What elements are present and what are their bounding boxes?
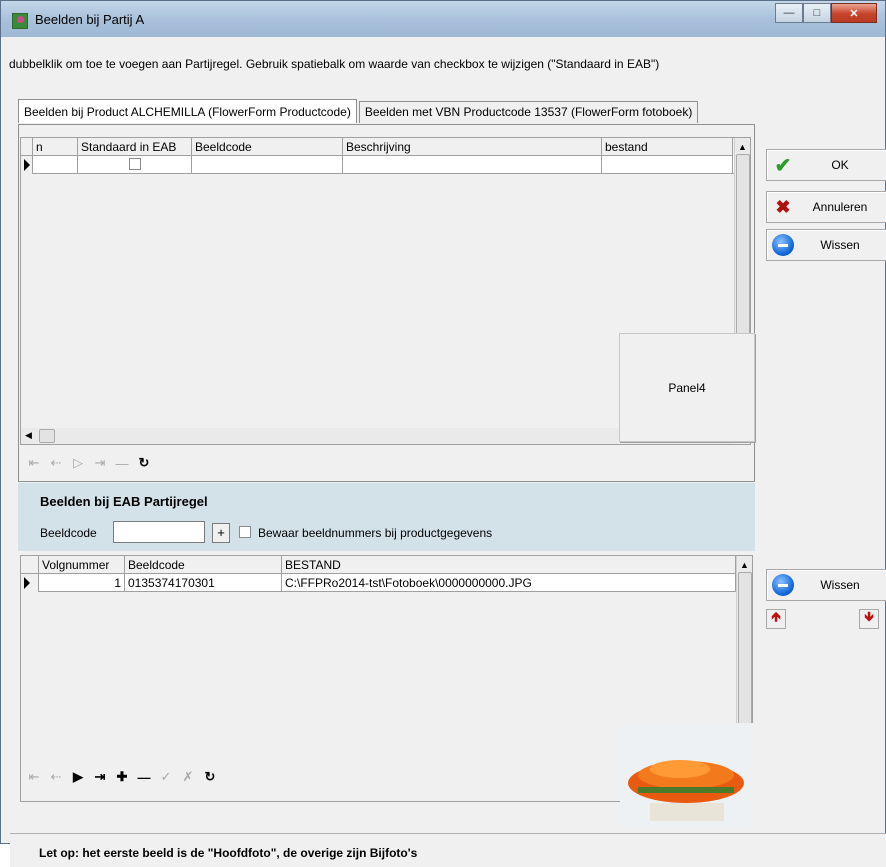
column-header-standaard[interactable]: Standaard in EAB <box>78 138 192 156</box>
standaard-checkbox[interactable] <box>128 158 141 170</box>
maximize-button[interactable]: □ <box>803 3 831 23</box>
column-header-beeldcode[interactable]: Beeldcode <box>192 138 343 156</box>
last-record-icon[interactable]: ⇥ <box>89 769 111 785</box>
minus-circle-icon <box>772 234 794 256</box>
beeldcode-label: Beeldcode <box>40 526 97 540</box>
scroll-left-icon[interactable]: ◀ <box>25 430 32 441</box>
scroll-up-icon[interactable]: ▲ <box>740 560 749 570</box>
table-row[interactable] <box>21 156 734 174</box>
title-bar[interactable]: Beelden bij Partij A — □ ✕ <box>1 1 885 37</box>
refresh-icon[interactable]: ↻ <box>133 455 155 471</box>
column-header-bestand[interactable]: BESTAND <box>282 556 736 574</box>
clear-button-bottom[interactable]: Wissen <box>766 569 886 601</box>
row-indicator-header <box>21 138 33 156</box>
insert-record-icon[interactable]: — <box>111 456 133 471</box>
cancel-edit-icon[interactable]: ✗ <box>177 769 199 785</box>
insert-record-icon[interactable]: ✚ <box>111 769 133 785</box>
footer-bar: Let op: het eerste beeld is de "Hoofdfot… <box>10 833 886 867</box>
column-header-beeldcode[interactable]: Beeldcode <box>125 556 282 574</box>
instruction-text: dubbelklik om toe te voegen aan Partijre… <box>9 57 660 71</box>
cancel-label: Annuleren <box>812 200 868 214</box>
panel4: Panel4 <box>619 333 755 442</box>
cell-standaard[interactable] <box>78 156 192 174</box>
prior-record-icon[interactable]: ⇠ <box>45 769 67 785</box>
cell-beeldcode[interactable]: 0135374170301 <box>125 574 282 592</box>
cancel-button[interactable]: ✖ Annuleren <box>766 191 886 223</box>
eab-panel: Beelden bij EAB Partijregel Beeldcode + … <box>18 483 755 551</box>
column-header-beschrijving[interactable]: Beschrijving <box>343 138 602 156</box>
window-title: Beelden bij Partij A <box>35 12 145 27</box>
tab-vbn-images[interactable]: Beelden met VBN Productcode 13537 (Flowe… <box>358 101 699 123</box>
row-indicator-header <box>21 556 39 574</box>
bewaar-checkbox-label: Bewaar beeldnummers bij productgegevens <box>258 526 493 540</box>
cell-beschrijving[interactable] <box>343 156 602 174</box>
clear-top-label: Wissen <box>820 238 860 252</box>
cross-icon: ✖ <box>775 196 791 217</box>
prior-record-icon[interactable]: ⇠ <box>45 455 67 471</box>
minus-circle-icon <box>772 574 794 596</box>
beeldcode-input[interactable] <box>113 521 205 543</box>
cell-bestand[interactable] <box>602 156 733 174</box>
arrow-down-icon: 🡻 <box>864 609 874 624</box>
cell-volgnummer[interactable]: 1 <box>39 574 125 592</box>
tab-strip: Beelden bij Product ALCHEMILLA (FlowerFo… <box>18 99 700 125</box>
maximize-icon: □ <box>813 7 821 19</box>
checkmark-icon: ✔ <box>774 154 792 177</box>
flower-photo-icon <box>620 723 754 829</box>
close-button[interactable]: ✕ <box>831 3 877 23</box>
panel4-label: Panel4 <box>668 380 706 395</box>
client-area: dubbelklik om toe te voegen aan Partijre… <box>7 37 886 867</box>
move-down-button[interactable]: 🡻 <box>859 609 879 629</box>
bewaar-checkbox[interactable] <box>239 526 251 538</box>
first-record-icon[interactable]: ⇤ <box>23 455 45 471</box>
minimize-button[interactable]: — <box>775 3 803 23</box>
post-record-icon[interactable]: ✓ <box>155 769 177 785</box>
grid1-hscroll-thumb[interactable] <box>39 429 55 443</box>
arrow-up-icon: 🡹 <box>771 609 781 624</box>
column-header-bestand[interactable]: bestand <box>602 138 733 156</box>
delete-record-icon[interactable]: — <box>133 770 155 785</box>
grid1-navigator: ⇤ ⇠ ▷ ⇥ — ↻ <box>23 455 155 471</box>
first-record-icon[interactable]: ⇤ <box>23 769 45 785</box>
close-icon: ✕ <box>849 7 859 20</box>
product-photo <box>620 723 754 829</box>
clear-button-top[interactable]: Wissen <box>766 229 886 261</box>
ok-button[interactable]: ✔ OK <box>766 149 886 181</box>
last-record-icon[interactable]: ⇥ <box>89 455 111 471</box>
row-indicator-icon <box>21 156 33 174</box>
next-record-icon[interactable]: ▷ <box>67 455 89 471</box>
eab-heading: Beelden bij EAB Partijregel <box>40 494 208 509</box>
footer-note: Let op: het eerste beeld is de "Hoofdfot… <box>39 846 418 860</box>
scroll-up-icon[interactable]: ▲ <box>738 142 747 152</box>
ok-label: OK <box>831 158 849 172</box>
cell-n[interactable] <box>33 156 78 174</box>
dialog-window: Beelden bij Partij A — □ ✕ dubbelklik om… <box>0 0 886 867</box>
app-flower-icon <box>12 13 28 29</box>
cell-beeldcode[interactable] <box>192 156 343 174</box>
move-up-button[interactable]: 🡹 <box>766 609 786 629</box>
cell-bestand[interactable]: C:\FFPRo2014-tst\Fotoboek\0000000000.JPG <box>282 574 736 592</box>
row-indicator-icon <box>21 574 39 592</box>
tab-product-images[interactable]: Beelden bij Product ALCHEMILLA (FlowerFo… <box>18 99 357 123</box>
next-record-icon[interactable]: ▶ <box>67 769 89 785</box>
grid2-navigator: ⇤ ⇠ ▶ ⇥ ✚ — ✓ ✗ ↻ <box>23 769 221 785</box>
add-beeldcode-button[interactable]: + <box>212 523 230 543</box>
table-row[interactable]: 1 0135374170301 C:\FFPRo2014-tst\Fotoboe… <box>21 574 736 592</box>
clear-bottom-label: Wissen <box>820 578 860 592</box>
column-header-volgnummer[interactable]: Volgnummer <box>39 556 125 574</box>
refresh-icon[interactable]: ↻ <box>199 769 221 785</box>
minimize-icon: — <box>783 7 795 19</box>
column-header-n[interactable]: n <box>33 138 78 156</box>
